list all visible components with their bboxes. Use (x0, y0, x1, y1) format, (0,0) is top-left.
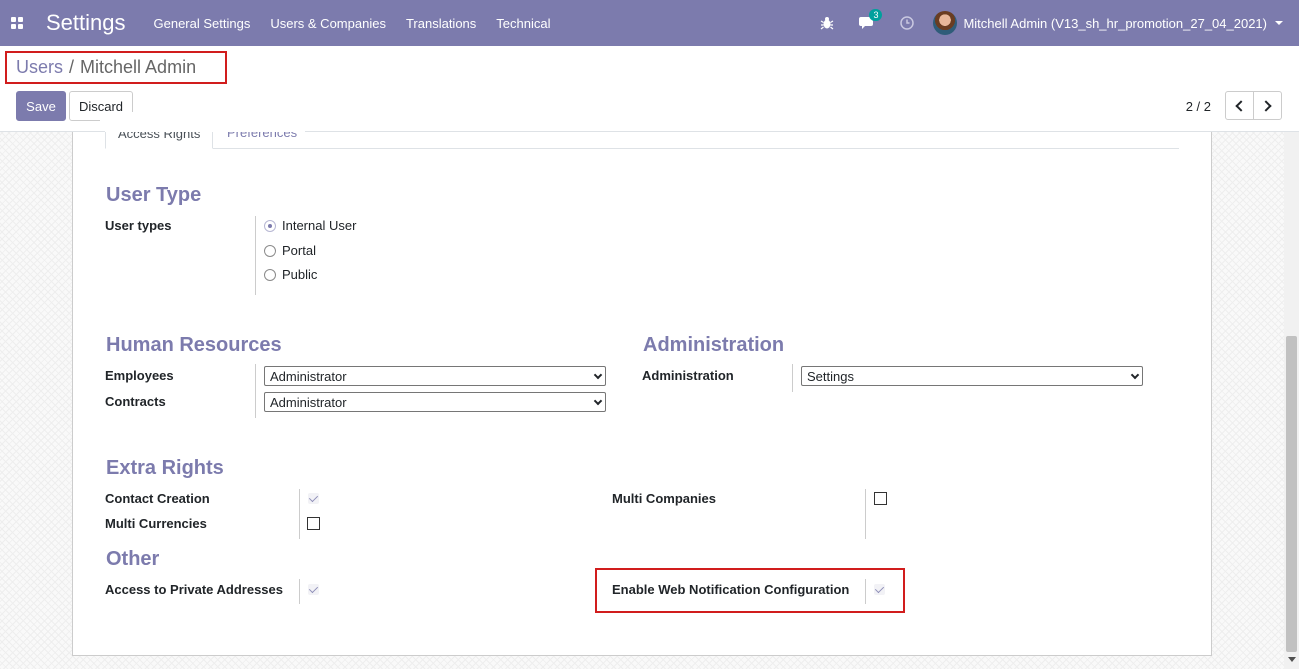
field-divider (865, 579, 866, 604)
user-menu[interactable]: Mitchell Admin (V13_sh_hr_promotion_27_0… (933, 11, 1283, 35)
section-title-administration: Administration (643, 334, 785, 356)
multi-currencies-checkbox[interactable] (307, 517, 320, 530)
field-divider (792, 364, 793, 392)
field-divider (299, 489, 300, 539)
web-notification-checkbox (874, 584, 885, 595)
chevron-down-icon (593, 370, 603, 380)
section-title-other: Other (106, 548, 160, 570)
scrollbar-thumb[interactable] (1286, 336, 1297, 652)
multi-currencies-label: Multi Currencies (105, 516, 207, 531)
radio-public[interactable]: Public (264, 267, 317, 282)
breadcrumb-users-link[interactable]: Users (16, 57, 63, 78)
user-name: Mitchell Admin (V13_sh_hr_promotion_27_0… (963, 15, 1267, 31)
section-title-human-resources: Human Resources (106, 334, 282, 356)
web-notification-label: Enable Web Notification Configuration (612, 582, 850, 597)
scroll-down-arrow-icon[interactable] (1288, 657, 1296, 662)
field-divider (865, 489, 866, 539)
section-title-extra-rights: Extra Rights (106, 457, 224, 479)
contact-creation-checkbox (308, 493, 319, 504)
breadcrumb: Users / Mitchell Admin (5, 51, 227, 84)
contracts-select-value: Administrator (270, 394, 347, 410)
private-addresses-label: Access to Private Addresses (105, 582, 284, 597)
radio-unchecked-icon[interactable] (264, 268, 276, 281)
multi-companies-label: Multi Companies (612, 491, 717, 506)
radio-label: Internal User (282, 218, 357, 233)
menu-technical[interactable]: Technical (496, 16, 550, 31)
control-panel: Users / Mitchell Admin Save Discard 2 / … (0, 46, 1299, 132)
radio-internal-user[interactable]: Internal User (264, 218, 356, 233)
app-title[interactable]: Settings (46, 10, 126, 36)
caret-down-icon (1275, 21, 1283, 25)
chevron-down-icon (593, 396, 603, 406)
chevron-right-icon (1260, 99, 1272, 112)
radio-unchecked-icon[interactable] (264, 244, 276, 257)
radio-portal[interactable]: Portal (264, 243, 316, 258)
activity-clock-icon[interactable] (887, 0, 927, 46)
field-divider (299, 579, 300, 604)
employees-select-value: Administrator (270, 368, 347, 384)
debug-bug-icon[interactable] (807, 0, 847, 46)
pager-previous-button[interactable] (1225, 91, 1254, 120)
chat-messages-icon[interactable]: 3 (847, 0, 887, 46)
menu-translations[interactable]: Translations (406, 16, 476, 31)
chevron-left-icon (1235, 99, 1247, 112)
top-navbar: Settings General Settings Users & Compan… (0, 0, 1299, 46)
administration-label: Administration (642, 368, 734, 383)
private-addresses-checkbox (308, 584, 319, 595)
contracts-select[interactable]: Administrator (264, 392, 606, 412)
field-divider (255, 216, 256, 295)
chevron-down-icon (1130, 370, 1140, 380)
breadcrumb-separator: / (69, 57, 75, 77)
pager-next-button[interactable] (1253, 91, 1282, 120)
contact-creation-label: Contact Creation (105, 491, 210, 506)
administration-select[interactable]: Settings (801, 366, 1143, 386)
administration-select-value: Settings (807, 368, 854, 384)
menu-users-companies[interactable]: Users & Companies (270, 16, 386, 31)
apps-menu-icon[interactable] (0, 0, 34, 46)
save-button[interactable]: Save (16, 91, 66, 121)
radio-checked-icon[interactable] (264, 219, 276, 232)
discard-button[interactable]: Discard (69, 91, 133, 121)
pager-value[interactable]: 2 / 2 (1186, 99, 1211, 114)
breadcrumb-current: Mitchell Admin (80, 57, 197, 77)
tabs-divider (105, 148, 1179, 149)
employees-select[interactable]: Administrator (264, 366, 606, 386)
radio-label: Public (282, 267, 318, 282)
menu-general-settings[interactable]: General Settings (154, 16, 251, 31)
section-title-user-type: User Type (106, 184, 202, 206)
field-divider (255, 364, 256, 418)
avatar (933, 11, 958, 35)
tab-clip-mask (105, 128, 305, 132)
contracts-label: Contracts (105, 394, 166, 409)
chat-count-badge: 3 (869, 9, 883, 21)
user-types-label: User types (105, 218, 172, 233)
radio-label: Portal (282, 243, 316, 258)
employees-label: Employees (105, 368, 174, 383)
multi-companies-checkbox[interactable] (874, 492, 887, 505)
